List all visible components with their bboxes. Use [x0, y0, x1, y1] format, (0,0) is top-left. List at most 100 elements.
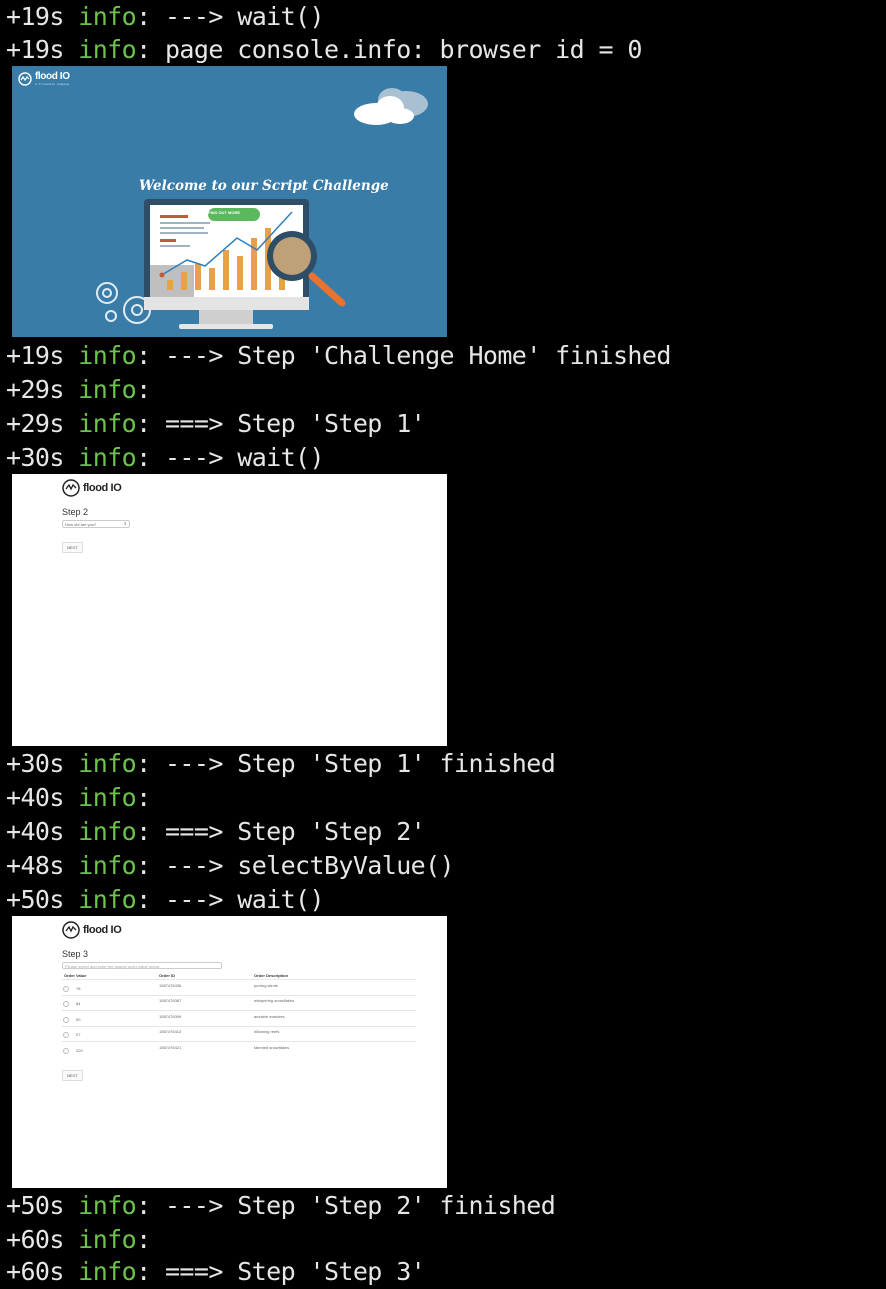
log-message: : page console.info: browser id = 0: [136, 35, 642, 64]
log-level: info: [78, 443, 137, 472]
flood-logo-icon: [62, 921, 80, 939]
next-button[interactable]: NEXT: [62, 1070, 83, 1081]
log-time: +30s: [6, 443, 64, 472]
log-level: info: [78, 409, 137, 438]
log-line: +48s info: ---> selectByValue(): [6, 849, 455, 883]
order-value: 90: [76, 1017, 81, 1022]
age-select-value: How old are you?: [65, 522, 97, 527]
order-radio[interactable]: [63, 1017, 69, 1023]
log-message: :: [136, 1225, 151, 1254]
log-message: : ---> wait(): [136, 443, 324, 472]
welcome-title: Welcome to our Script Challenge: [139, 178, 389, 194]
flood-logo-text: flood IO: [83, 924, 122, 936]
log-level: info: [78, 851, 137, 880]
flood-logo-text: flood IO: [83, 482, 122, 494]
order-radio[interactable]: [63, 986, 69, 992]
order-value: 78: [76, 986, 81, 991]
log-message: :: [136, 783, 151, 812]
order-id: 1587476413: [159, 1029, 182, 1034]
age-select[interactable]: How old are you? ⇕: [62, 520, 130, 528]
order-description: whispering snowflakes: [254, 998, 295, 1003]
log-time: +40s: [6, 783, 64, 812]
log-message: : ===> Step 'Step 1': [136, 409, 426, 438]
order-description: purring winds: [254, 983, 278, 988]
log-time: +60s: [6, 1225, 64, 1254]
order-value: 84: [76, 1001, 81, 1006]
log-time: +19s: [6, 341, 64, 370]
log-level: info: [78, 2, 137, 31]
log-level: info: [78, 35, 137, 64]
log-level: info: [78, 341, 137, 370]
flood-logo-text: flood IO: [35, 71, 70, 82]
log-time: +29s: [6, 375, 64, 404]
log-message: : ===> Step 'Step 3': [136, 1257, 426, 1286]
log-line: +19s info: ---> Step 'Challenge Home' fi…: [6, 339, 671, 373]
log-message: : ---> Step 'Step 2' finished: [136, 1191, 556, 1220]
flood-logo-icon: [18, 72, 32, 86]
order-id: 1587476387: [159, 998, 182, 1003]
column-header-order-id: Order ID: [159, 973, 176, 978]
row-divider: [62, 1041, 416, 1042]
row-divider: [62, 1010, 416, 1011]
log-message: : ---> Step 'Challenge Home' finished: [136, 341, 671, 370]
find-out-more-button[interactable]: FIND OUT MORE: [208, 210, 240, 215]
log-level: info: [78, 885, 137, 914]
log-line: +50s info: ---> Step 'Step 2' finished: [6, 1189, 556, 1223]
log-time: +48s: [6, 851, 64, 880]
order-radio[interactable]: [63, 1032, 69, 1038]
log-time: +19s: [6, 35, 64, 64]
flood-logo-icon: [62, 479, 80, 497]
log-time: +60s: [6, 1257, 64, 1286]
log-line: +50s info: ---> wait(): [6, 883, 325, 917]
log-time: +19s: [6, 2, 64, 31]
log-message: : ---> wait(): [136, 2, 324, 31]
log-time: +50s: [6, 1191, 64, 1220]
column-header-order-value: Order Value: [64, 973, 87, 978]
log-time: +30s: [6, 749, 64, 778]
largest-order-input-placeholder: Please select and enter the largest orde…: [65, 964, 160, 969]
order-value: 27: [76, 1032, 81, 1037]
column-header-order-description: Order Description: [254, 973, 289, 978]
log-message: :: [136, 375, 151, 404]
log-level: info: [78, 783, 137, 812]
screenshot-step-3: flood IO Step 3 Please select and enter …: [12, 916, 447, 1188]
select-arrows-icon: ⇕: [123, 521, 127, 526]
order-id: 1587476399: [159, 1014, 182, 1019]
step-heading: Step 2: [62, 507, 89, 517]
order-id: 1587476436: [159, 983, 182, 988]
next-button[interactable]: NEXT: [62, 542, 83, 553]
log-time: +50s: [6, 885, 64, 914]
log-level: info: [78, 817, 137, 846]
log-time: +40s: [6, 817, 64, 846]
largest-order-input[interactable]: Please select and enter the largest orde…: [62, 962, 222, 969]
log-line: +19s info: page console.info: browser id…: [6, 33, 642, 67]
log-line: +19s info: ---> wait(): [6, 0, 325, 34]
order-radio[interactable]: [63, 1001, 69, 1007]
order-radio[interactable]: [63, 1048, 69, 1054]
log-line: +40s info:: [6, 781, 151, 815]
flood-logo-subtitle: a Tricentis company: [35, 82, 70, 86]
log-message: : ---> Step 'Step 1' finished: [136, 749, 556, 778]
log-level: info: [78, 375, 137, 404]
log-level: info: [78, 1225, 137, 1254]
order-description: talented snowflakes: [254, 1045, 290, 1050]
monitor-chart-illustration: [96, 199, 346, 329]
order-description: amiable marshes: [254, 1014, 285, 1019]
row-divider: [62, 1026, 416, 1027]
flood-logo: flood IO: [62, 479, 122, 497]
screenshot-step-2: flood IO Step 2 How old are you? ⇕ NEXT: [12, 474, 447, 746]
flood-logo: flood IO: [62, 921, 122, 939]
row-divider: [62, 995, 416, 996]
log-time: +29s: [6, 409, 64, 438]
step-heading: Step 3: [62, 949, 89, 959]
order-id: 1587476421: [159, 1045, 182, 1050]
log-level: info: [78, 749, 137, 778]
log-line: +60s info:: [6, 1223, 151, 1257]
screenshot-challenge-home: flood IO a Tricentis company Welcome to …: [12, 66, 447, 337]
log-message: : ---> selectByValue(): [136, 851, 455, 880]
log-line: +30s info: ---> Step 'Step 1' finished: [6, 747, 556, 781]
log-level: info: [78, 1257, 137, 1286]
cloud-icon: [354, 88, 428, 125]
log-line: +30s info: ---> wait(): [6, 441, 325, 475]
log-line: +29s info: ===> Step 'Step 1': [6, 407, 426, 441]
